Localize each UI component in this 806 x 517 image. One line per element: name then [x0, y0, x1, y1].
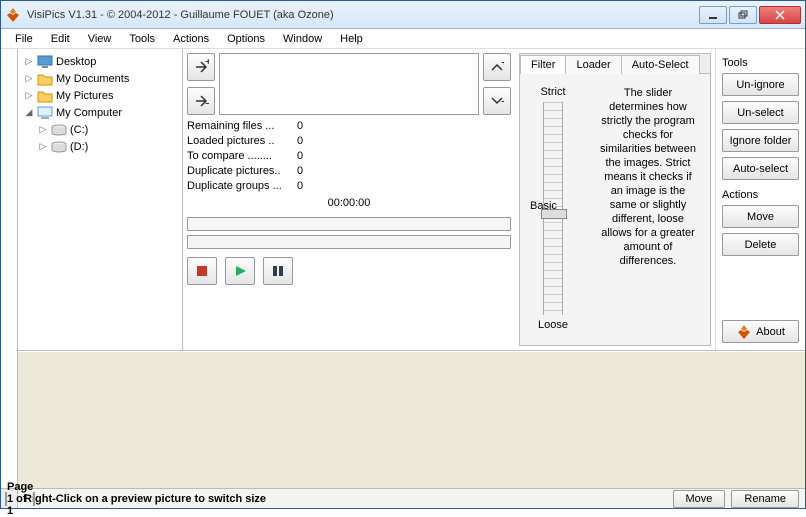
menu-tools[interactable]: Tools [121, 31, 163, 47]
expand-arrow-icon[interactable]: ▷ [24, 73, 34, 84]
drive-icon [51, 140, 67, 154]
about-button[interactable]: About [722, 320, 799, 343]
left-footer: Page 1 of 1 [1, 488, 17, 508]
menu-help[interactable]: Help [332, 31, 371, 47]
autoselect-button[interactable]: Auto-select [722, 157, 799, 180]
unselect-button[interactable]: Un-select [722, 101, 799, 124]
stat-label: Duplicate groups ... [187, 179, 297, 194]
desktop-icon [37, 55, 53, 69]
menu-actions[interactable]: Actions [165, 31, 217, 47]
progress-bar-1 [187, 217, 511, 231]
tab-autoselect[interactable]: Auto-Select [621, 55, 700, 74]
stop-button[interactable] [187, 257, 217, 285]
collapse-arrow-icon[interactable]: ◢ [24, 107, 34, 118]
menubar: File Edit View Tools Actions Options Win… [1, 29, 805, 49]
tree-label: Desktop [56, 56, 96, 68]
actions-group-label: Actions [722, 189, 799, 201]
move-down-button[interactable]: − [483, 87, 511, 115]
folder-icon [37, 72, 53, 86]
move-up-button[interactable]: + [483, 53, 511, 81]
progress-bar-2 [187, 235, 511, 249]
slider-label-basic: Basic [530, 200, 557, 212]
slider-label-loose: Loose [538, 319, 568, 331]
add-folder-button[interactable]: + [187, 53, 215, 81]
stat-value: 0 [297, 149, 303, 164]
tree-item-drive-d[interactable]: ▷ (D:) [20, 138, 180, 155]
close-button[interactable] [759, 6, 801, 24]
play-button[interactable] [225, 257, 255, 285]
slider-label-strict: Strict [540, 86, 565, 98]
middle-column: + − + − Remaining files ...0 Loaded pict… [183, 49, 515, 350]
tree-item-computer[interactable]: ◢ My Computer [20, 104, 180, 121]
tree-label: My Documents [56, 73, 129, 85]
selected-folders-box[interactable] [219, 53, 479, 115]
menu-options[interactable]: Options [219, 31, 273, 47]
unignore-button[interactable]: Un-ignore [722, 73, 799, 96]
preview-area[interactable] [18, 351, 805, 488]
tree-label: My Computer [56, 107, 122, 119]
restore-button[interactable] [729, 6, 757, 24]
tree-item-drive-c[interactable]: ▷ (C:) [20, 121, 180, 138]
stat-label: Loaded pictures .. [187, 134, 297, 149]
tree-item-documents[interactable]: ▷ My Documents [20, 70, 180, 87]
app-icon [5, 7, 21, 23]
titlebar: VisiPics V1.31 - © 2004-2012 - Guillaume… [1, 1, 805, 29]
expand-arrow-icon[interactable]: ▷ [38, 124, 48, 135]
page-indicator: Page 1 of 1 [7, 481, 33, 517]
menu-view[interactable]: View [80, 31, 120, 47]
svg-text:+: + [501, 62, 504, 69]
expand-icon[interactable] [33, 492, 35, 506]
menu-file[interactable]: File [7, 31, 41, 47]
window-title: VisiPics V1.31 - © 2004-2012 - Guillaume… [27, 9, 699, 21]
bottom-move-button[interactable]: Move [673, 490, 726, 508]
ignore-folder-button[interactable]: Ignore folder [722, 129, 799, 152]
computer-icon [37, 106, 53, 120]
about-label: About [756, 326, 785, 338]
svg-text:−: − [205, 98, 209, 109]
tab-filter[interactable]: Filter [520, 55, 566, 74]
tab-loader[interactable]: Loader [565, 55, 621, 74]
tree-label: My Pictures [56, 90, 113, 102]
stat-value: 0 [297, 134, 303, 149]
bottom-bar: Right-Click on a preview picture to swit… [18, 488, 805, 508]
menu-edit[interactable]: Edit [43, 31, 78, 47]
stat-value: 0 [297, 119, 303, 134]
pause-button[interactable] [263, 257, 293, 285]
folder-tree[interactable]: ▷ Desktop ▷ My Documents ▷ My Pictures ◢ [18, 49, 183, 350]
slider-description: The slider determines how strictly the p… [594, 82, 702, 335]
move-button[interactable]: Move [722, 205, 799, 228]
svg-text:+: + [205, 59, 209, 68]
timer: 00:00:00 [187, 196, 511, 211]
fox-icon [736, 324, 752, 340]
tools-group-label: Tools [722, 57, 799, 69]
settings-tabs: Filter Loader Auto-Select Strict Loose B… [519, 53, 711, 346]
stat-label: Duplicate pictures.. [187, 164, 297, 179]
stats-block: Remaining files ...0 Loaded pictures ..0… [187, 117, 511, 213]
bottom-hint: Right-Click on a preview picture to swit… [24, 493, 266, 505]
menu-window[interactable]: Window [275, 31, 330, 47]
delete-button[interactable]: Delete [722, 233, 799, 256]
left-panel: Page 1 of 1 [1, 49, 18, 508]
stat-label: To compare ........ [187, 149, 297, 164]
expand-arrow-icon[interactable]: ▷ [24, 90, 34, 101]
tree-label: (C:) [70, 124, 88, 136]
tree-label: (D:) [70, 141, 88, 153]
expand-arrow-icon[interactable]: ▷ [24, 56, 34, 67]
bottom-rename-button[interactable]: Rename [731, 490, 799, 508]
stat-value: 0 [297, 179, 303, 194]
svg-text:−: − [501, 96, 504, 106]
minimize-button[interactable] [699, 6, 727, 24]
tools-column: Tools Un-ignore Un-select Ignore folder … [715, 49, 805, 350]
folder-icon [37, 89, 53, 103]
tree-item-desktop[interactable]: ▷ Desktop [20, 53, 180, 70]
tree-item-pictures[interactable]: ▷ My Pictures [20, 87, 180, 104]
expand-arrow-icon[interactable]: ▷ [38, 141, 48, 152]
drive-icon [51, 123, 67, 137]
remove-folder-button[interactable]: − [187, 87, 215, 115]
stat-value: 0 [297, 164, 303, 179]
stat-label: Remaining files ... [187, 119, 297, 134]
